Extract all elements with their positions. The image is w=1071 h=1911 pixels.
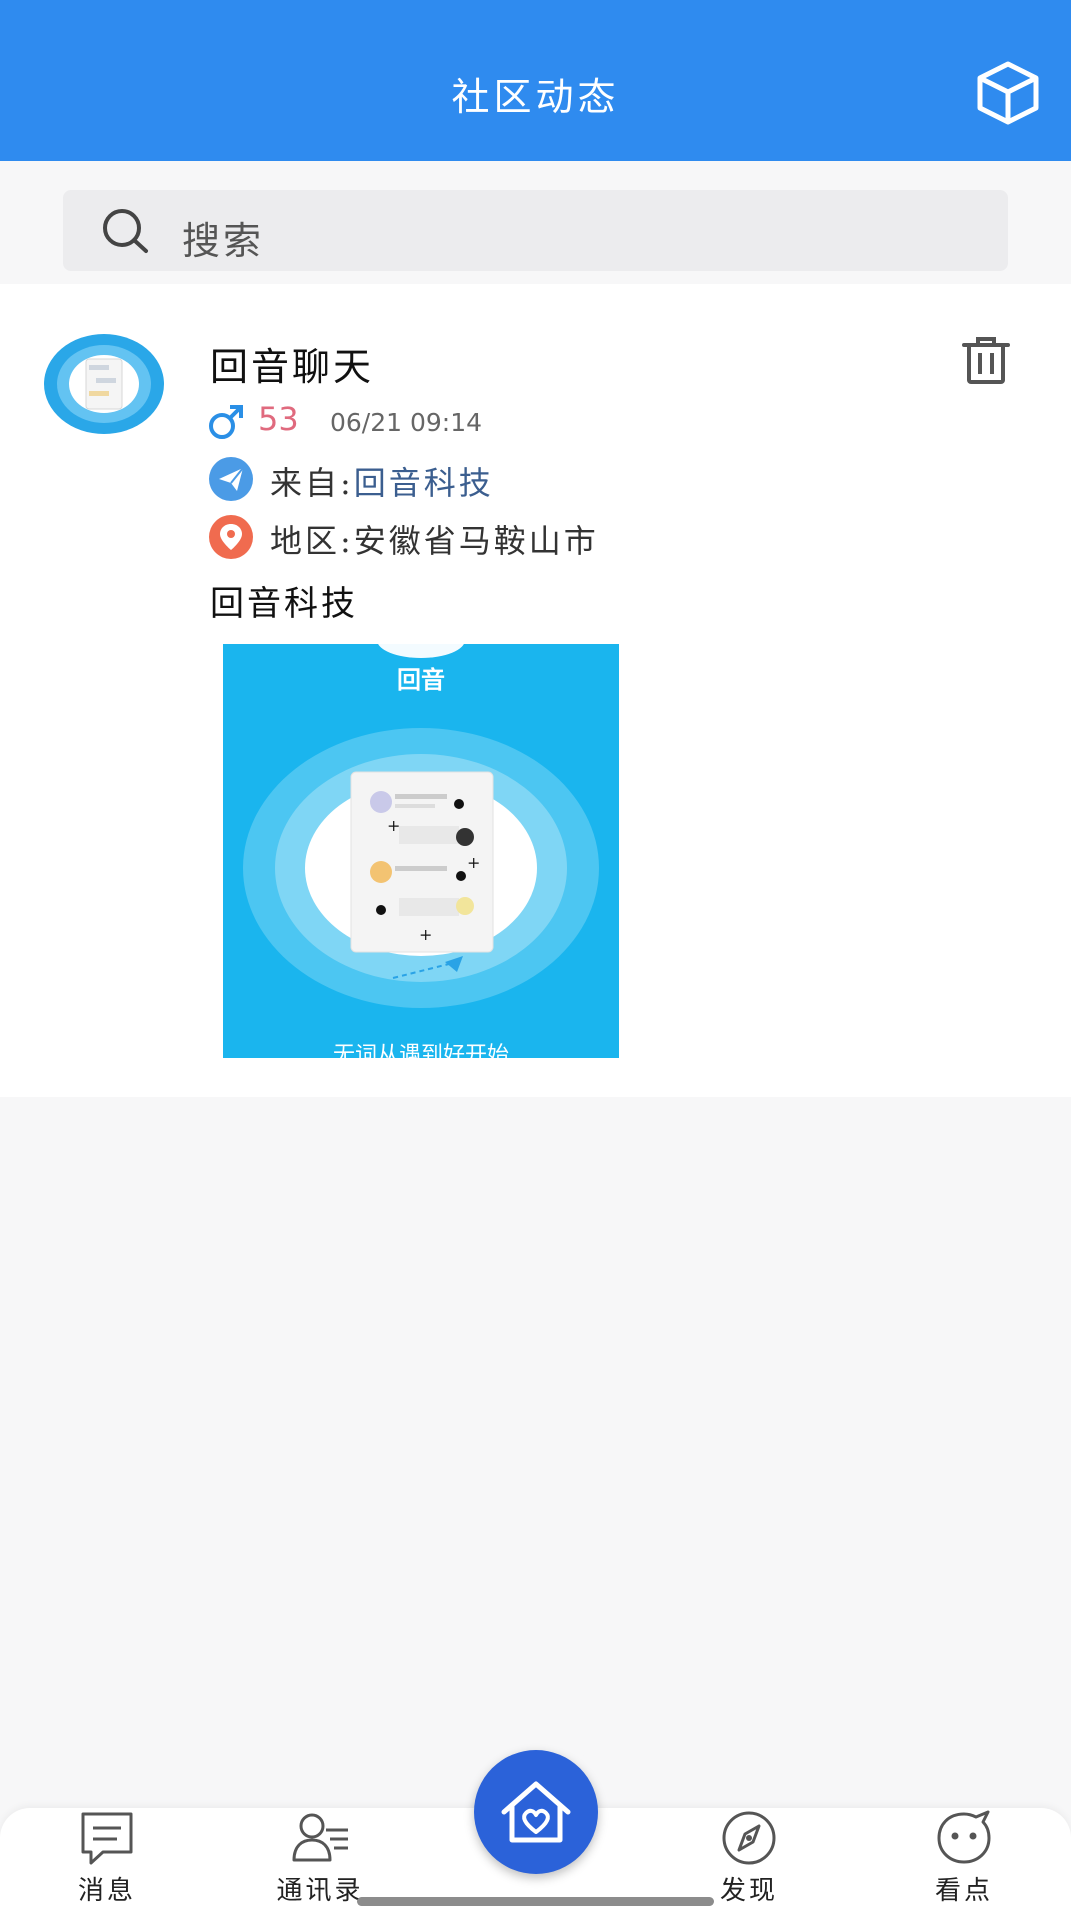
tab-messages[interactable]: 消息 (32, 1808, 182, 1911)
paper-plane-icon (209, 457, 253, 501)
location-label: 地区: (270, 522, 354, 560)
home-indicator (357, 1897, 714, 1906)
svg-text:+: + (387, 816, 400, 835)
source-label: 来自: (270, 464, 354, 502)
svg-text:+: + (419, 925, 432, 944)
compass-icon (722, 1811, 776, 1865)
page-title: 社区动态 (451, 75, 620, 119)
contacts-icon (292, 1813, 348, 1862)
tab-contacts[interactable]: 通讯录 (245, 1808, 395, 1911)
svg-text:+: + (467, 853, 480, 872)
post-time: 06/21 09:14 (330, 408, 483, 437)
post-image-illustration: 回音 + + + 无词从遇到好开始 (223, 644, 619, 1058)
post-image[interactable]: 回音 + + + 无词从遇到好开始 (223, 644, 619, 1058)
trash-icon[interactable] (960, 335, 1012, 385)
search-placeholder: 搜索 (182, 219, 265, 263)
message-icon (81, 1812, 133, 1865)
image-caption: 无词从遇到好开始 (333, 1043, 509, 1058)
location-value: 安徽省马鞍山市 (353, 522, 599, 560)
post-location: 地区:安徽省马鞍山市 (270, 516, 599, 562)
tab-label: 消息 (77, 1876, 136, 1906)
home-heart-icon (501, 1781, 571, 1843)
image-logo-text: 回音 (397, 666, 445, 694)
cube-icon[interactable] (972, 58, 1044, 128)
user-age: 53 (258, 400, 299, 438)
source-link[interactable]: 回音科技 (354, 464, 494, 502)
tab-home[interactable] (474, 1750, 598, 1874)
tab-label: 看点 (934, 1876, 993, 1906)
post-author[interactable]: 回音聊天 (210, 336, 374, 391)
tab-discover[interactable]: 发现 (674, 1808, 824, 1911)
tab-highlights[interactable]: 看点 (889, 1808, 1039, 1911)
post-source: 来自:回音科技 (270, 458, 494, 504)
search-icon (103, 209, 148, 253)
avatar[interactable] (44, 333, 164, 435)
post-content: 回音科技 (210, 584, 358, 624)
location-pin-icon (209, 515, 253, 559)
male-icon (209, 405, 243, 439)
face-icon (937, 1810, 991, 1864)
